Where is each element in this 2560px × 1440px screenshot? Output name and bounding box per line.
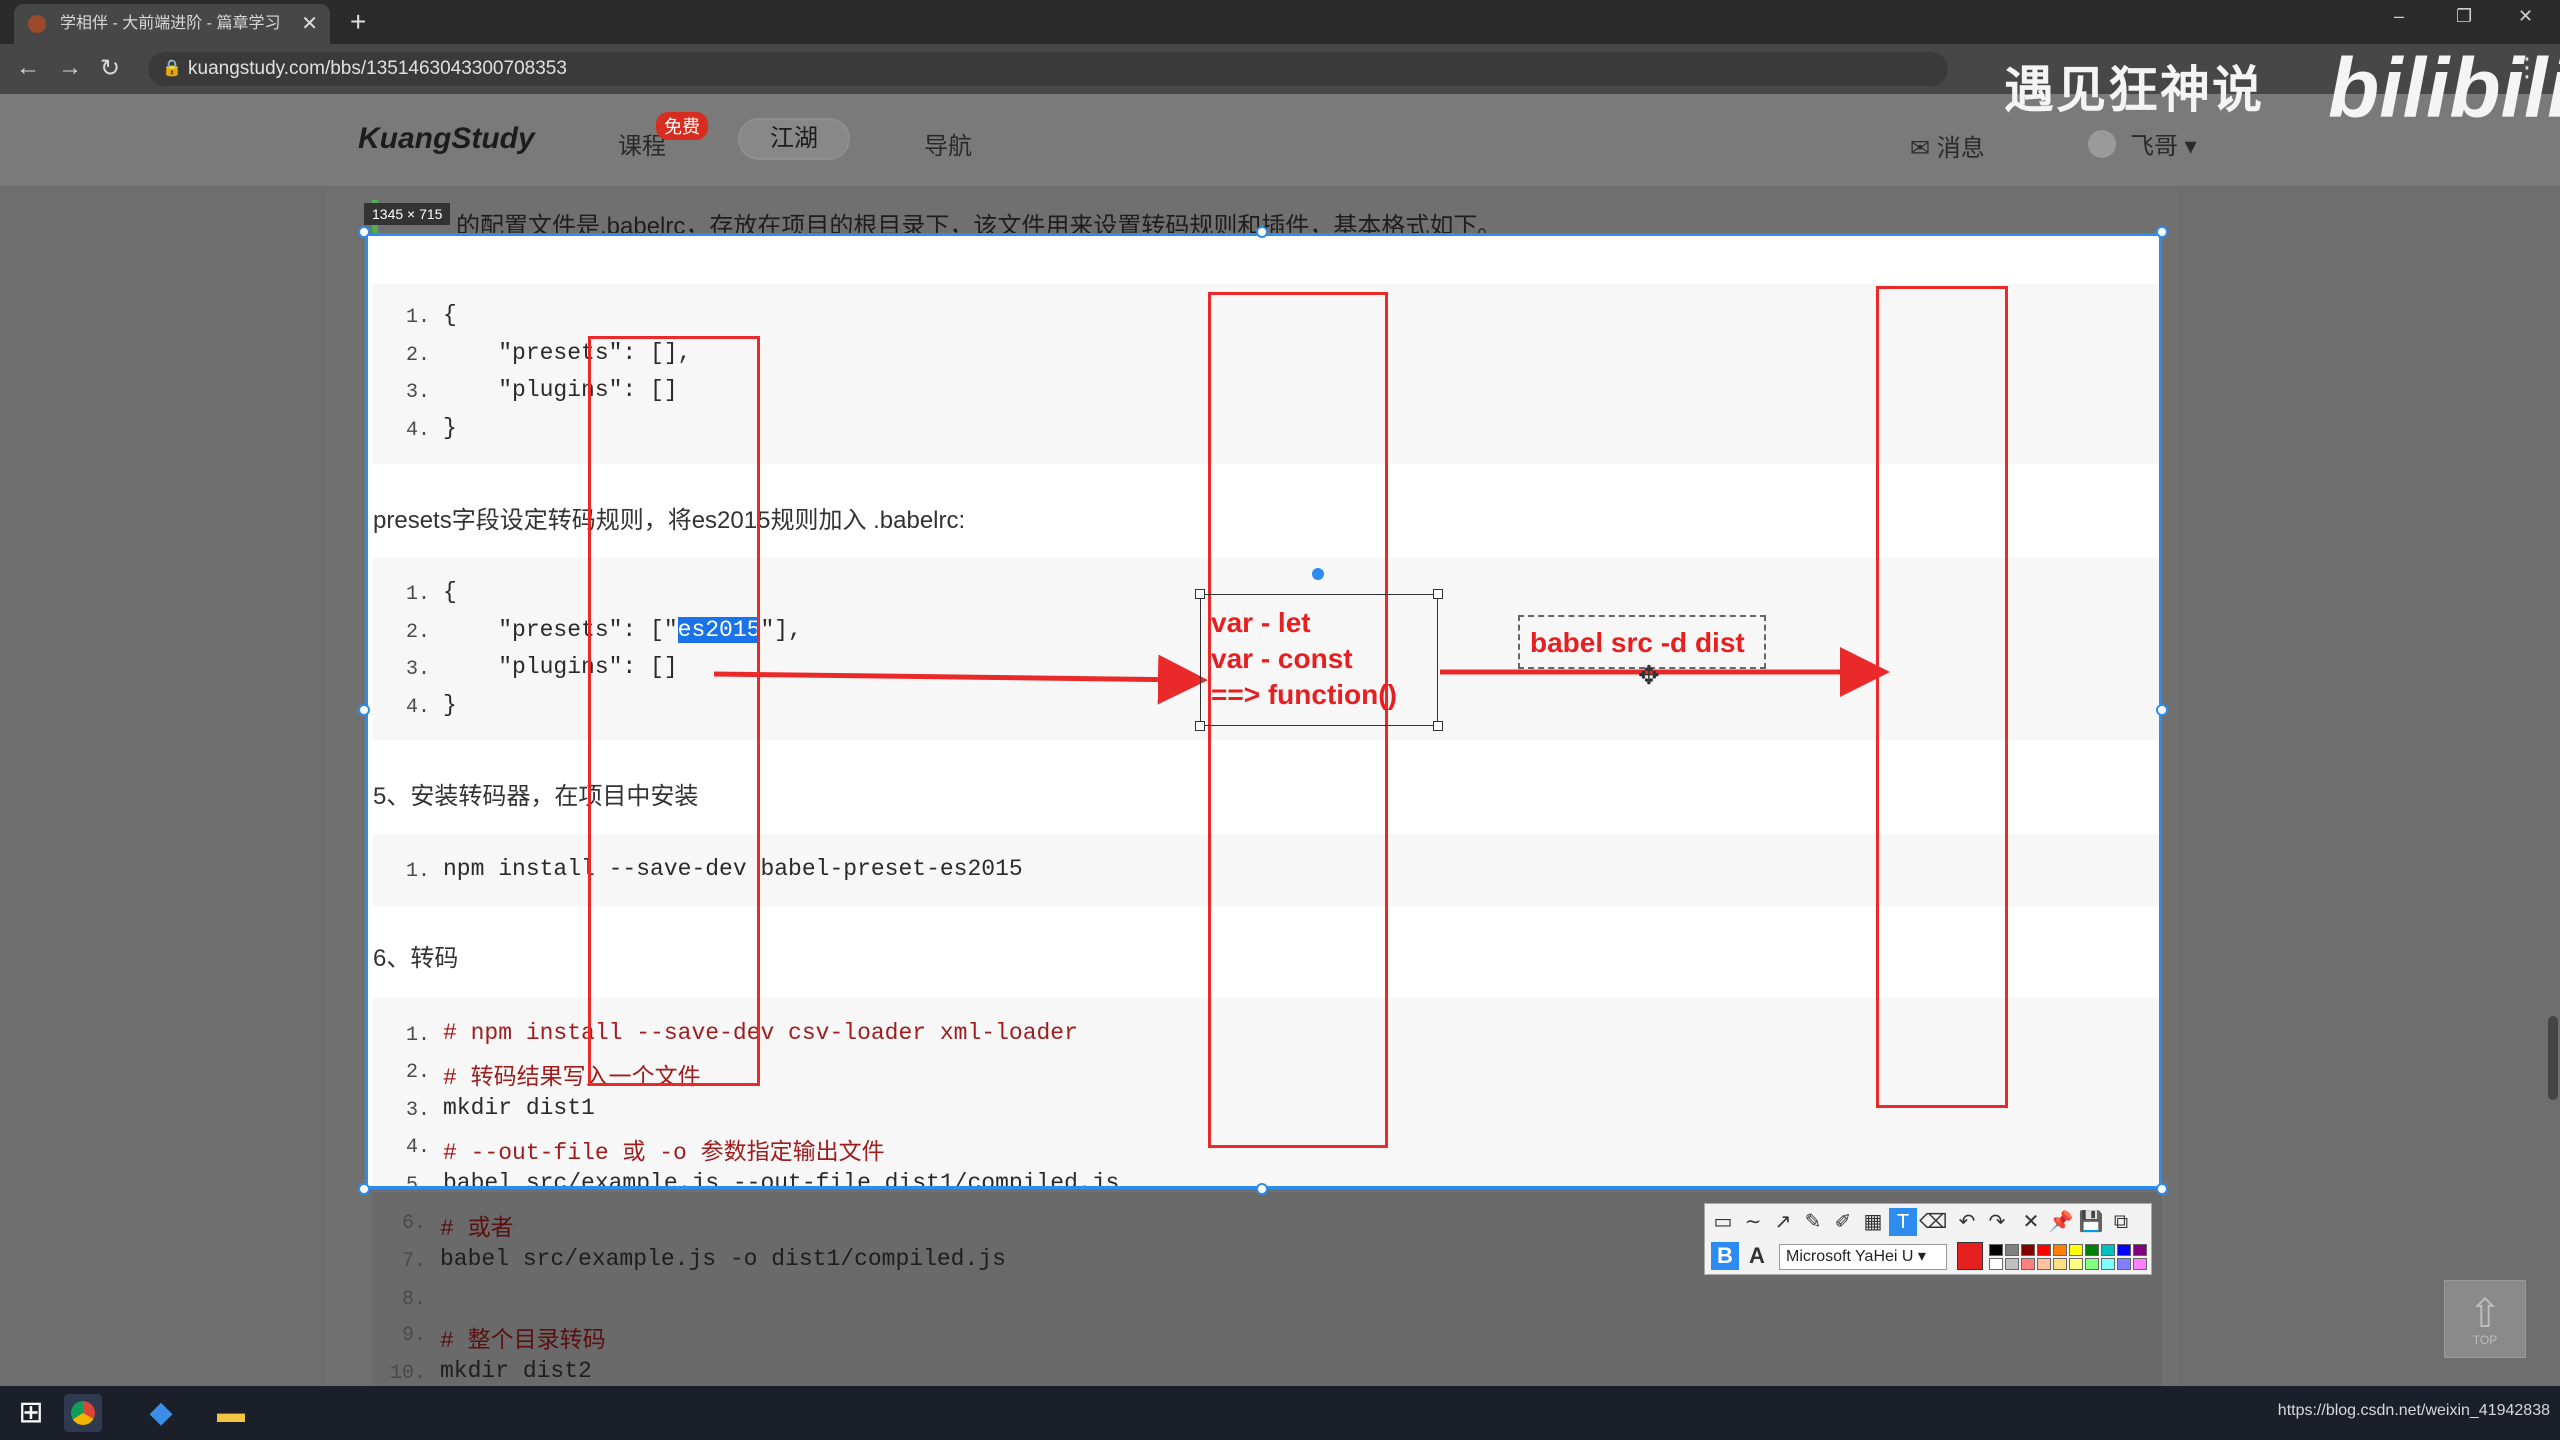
curve-icon[interactable]: ∼ — [1739, 1208, 1767, 1236]
annotation-line: var - const — [1211, 643, 1353, 674]
mosaic-icon[interactable]: ▦ — [1859, 1208, 1887, 1236]
color-swatch[interactable] — [2005, 1258, 2019, 1270]
windows-start-icon[interactable]: ⊞ — [12, 1394, 50, 1432]
font-color-button[interactable]: A — [1743, 1242, 1771, 1270]
pen-icon[interactable]: ✎ — [1799, 1208, 1827, 1236]
arrow-to-textbox — [713, 654, 1208, 705]
selection-size-label: 1345 × 715 — [364, 203, 451, 225]
rect-icon[interactable]: ▭ — [1709, 1208, 1737, 1236]
annotation-toolbar: ▭ ∼ ↗ ✎ ✐ ▦ T ⌫ ↶ ↷ ✕ 📌 💾 ⧉ B A Microsof… — [1704, 1203, 2152, 1275]
selection-handle[interactable] — [358, 704, 370, 716]
page-scrollbar[interactable] — [2548, 1016, 2558, 1100]
color-swatch[interactable] — [2021, 1244, 2035, 1256]
save-icon[interactable]: 💾 — [2077, 1208, 2105, 1236]
color-swatch[interactable] — [1989, 1258, 2003, 1270]
selection-handle[interactable] — [1256, 226, 1268, 238]
color-swatch[interactable] — [2117, 1244, 2131, 1256]
scroll-top-label: TOP — [2472, 1333, 2498, 1347]
current-color-swatch[interactable] — [1957, 1242, 1983, 1270]
color-swatch[interactable] — [2005, 1244, 2019, 1256]
color-swatch[interactable] — [2085, 1258, 2099, 1270]
resize-handle[interactable] — [1195, 589, 1205, 599]
color-swatch[interactable] — [1989, 1244, 2003, 1256]
color-swatch[interactable] — [2053, 1258, 2067, 1270]
selection-handle[interactable] — [2156, 1183, 2168, 1195]
selection-handle[interactable] — [2156, 226, 2168, 238]
annotation-textbox[interactable]: var - let var - const ==> function() — [1195, 589, 1443, 731]
redo-icon[interactable]: ↷ — [1983, 1208, 2011, 1236]
selection-handle[interactable] — [1256, 1183, 1268, 1195]
eraser-icon[interactable]: ⌫ — [1919, 1208, 1947, 1236]
chrome-taskbar-icon[interactable] — [64, 1394, 102, 1432]
color-swatch[interactable] — [2069, 1258, 2083, 1270]
taskbar: ⊞ ◆ ▬ https://blog.csdn.net/weixin_41942… — [0, 1386, 2560, 1440]
copy-icon[interactable]: ⧉ — [2107, 1208, 2135, 1236]
marker-icon[interactable]: ✐ — [1829, 1208, 1857, 1236]
scroll-top-arrow-icon: ⇧ — [2468, 1292, 2502, 1336]
tray-watermark-url: https://blog.csdn.net/weixin_41942838 — [2277, 1402, 2550, 1419]
resize-handle[interactable] — [1195, 721, 1205, 731]
color-swatch[interactable] — [2085, 1244, 2099, 1256]
selection-handle[interactable] — [2156, 704, 2168, 716]
pin-icon[interactable]: 📌 — [2047, 1208, 2075, 1236]
move-cursor-icon: ✥ — [1638, 660, 1660, 690]
color-swatch[interactable] — [2101, 1244, 2115, 1256]
vscode-taskbar-icon[interactable]: ◆ — [142, 1394, 180, 1432]
resize-handle[interactable] — [1433, 589, 1443, 599]
text-icon[interactable]: T — [1889, 1208, 1917, 1236]
color-swatch[interactable] — [2021, 1258, 2035, 1270]
color-swatch[interactable] — [2053, 1244, 2067, 1256]
scroll-top-button[interactable]: ⇧ TOP — [2444, 1280, 2526, 1358]
color-swatch[interactable] — [2117, 1258, 2131, 1270]
selection-handle[interactable] — [358, 226, 370, 238]
color-swatch[interactable] — [2037, 1244, 2051, 1256]
annotation-line: ==> function() — [1211, 679, 1397, 710]
file-explorer-icon[interactable]: ▬ — [212, 1394, 250, 1432]
resize-handle[interactable] — [1433, 721, 1443, 731]
color-swatch[interactable] — [2133, 1258, 2147, 1270]
bold-button[interactable]: B — [1711, 1242, 1739, 1270]
color-swatch[interactable] — [2037, 1258, 2051, 1270]
color-swatch[interactable] — [2101, 1258, 2115, 1270]
rotate-handle[interactable] — [1312, 568, 1324, 580]
color-swatch[interactable] — [2069, 1244, 2083, 1256]
font-select[interactable]: Microsoft YaHei U ▾ — [1779, 1244, 1947, 1270]
annotation-line: var - let — [1211, 607, 1311, 638]
annotation-text: babel src -d dist — [1530, 627, 1745, 658]
arrow-icon[interactable]: ↗ — [1769, 1208, 1797, 1236]
undo-icon[interactable]: ↶ — [1953, 1208, 1981, 1236]
close-icon[interactable]: ✕ — [2017, 1208, 2045, 1236]
color-swatch[interactable] — [2133, 1244, 2147, 1256]
selection-handle[interactable] — [358, 1183, 370, 1195]
